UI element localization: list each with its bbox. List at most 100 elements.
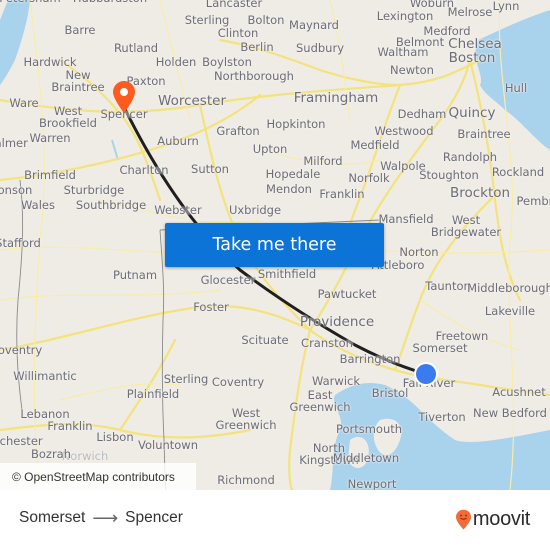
place-label: Boylston	[202, 55, 252, 69]
place-label: Palmer	[0, 136, 28, 150]
place-label: Sudbury	[295, 41, 345, 55]
place-label: Sutton	[191, 162, 229, 176]
orange-pin-icon[interactable]	[111, 80, 137, 114]
place-label: Pawtucket	[317, 287, 377, 301]
narragansett-bay	[330, 383, 550, 490]
place-label: Melrose	[447, 5, 493, 19]
origin-name: Somerset	[19, 509, 86, 526]
place-label: Hubbardston	[73, 0, 147, 4]
map-view[interactable]: Barre Rutland Hardwick New Braintree Paxton H…	[0, 0, 550, 490]
place-label: Braintree	[457, 127, 511, 141]
place-label: Somerset	[412, 341, 468, 355]
moovit-logo[interactable]: moovit	[455, 508, 530, 531]
place-label: Taunton	[425, 279, 471, 293]
place-label: Barrington	[339, 352, 401, 366]
place-label: Stafford	[0, 236, 41, 250]
place-label: Rockland	[491, 165, 545, 179]
place-label: Richmond	[217, 473, 275, 487]
place-label: Webster	[154, 203, 202, 217]
place-label: Lynn	[492, 0, 520, 13]
place-label: Mansfield	[378, 212, 434, 226]
place-label: Medfield	[350, 138, 400, 152]
place-label: Tiverton	[418, 410, 466, 424]
place-label: Willimantic	[13, 369, 77, 383]
place-label: Providence	[299, 314, 375, 330]
place-label: Lexington	[376, 9, 434, 23]
place-label: Bristol	[371, 386, 409, 400]
place-label: Hull	[504, 81, 528, 95]
place-label: Grafton	[216, 124, 260, 138]
place-label: Middleborough	[467, 281, 550, 295]
place-label: Charlton	[119, 163, 169, 177]
arrow-right-icon: ⟶	[92, 507, 119, 528]
moovit-pin-icon	[455, 509, 471, 530]
place-label: Hopedale	[265, 167, 321, 181]
place-label: New Bedford	[473, 406, 547, 420]
place-label: Smithfield	[257, 267, 317, 281]
place-label: Brimfield	[24, 168, 76, 182]
place-label: Brockton	[449, 185, 511, 201]
place-label: Auburn	[157, 134, 199, 148]
place-label: Coventry	[0, 343, 43, 357]
place-label: Upton	[252, 142, 288, 156]
place-label: Norton	[399, 245, 439, 259]
place-label: Northborough	[214, 69, 294, 83]
place-label: Milford	[303, 154, 343, 168]
place-label: Westwood	[374, 124, 434, 138]
place-label: Waltham	[377, 45, 429, 59]
place-label: Pembroke	[516, 194, 550, 208]
place-label: Southbridge	[75, 198, 147, 212]
place-label: Maynard	[289, 18, 339, 32]
place-label: Wales	[21, 198, 55, 212]
place-label: Holden	[155, 55, 197, 69]
place-label: Newport	[347, 477, 397, 490]
place-label: Hardwick	[23, 55, 77, 69]
place-label: Worcester	[158, 93, 226, 109]
place-label: Sterling	[163, 372, 209, 386]
place-label: Berlin	[240, 40, 274, 54]
place-label: Glocester	[200, 273, 256, 287]
place-label: Ware	[9, 96, 39, 110]
place-label: East Greenwich	[289, 388, 351, 414]
place-label: Lancaster	[205, 0, 263, 10]
place-label: Warren	[29, 131, 71, 145]
take-me-there-button[interactable]: Take me there	[165, 223, 384, 267]
place-label: Rutland	[113, 41, 159, 55]
place-label: West Greenwich	[215, 406, 277, 432]
blue-dot-icon[interactable]	[413, 361, 439, 387]
place-label: Uxbridge	[228, 203, 282, 217]
map-attribution[interactable]: © OpenStreetMap contributors	[0, 463, 196, 490]
destination-name: Spencer	[125, 509, 183, 526]
place-label: Clinton	[217, 26, 259, 40]
place-label: Mendon	[266, 182, 312, 196]
take-me-there-label: Take me there	[212, 235, 337, 255]
place-label: Quincy	[448, 105, 496, 121]
place-label: Petersham	[0, 0, 61, 4]
place-label: Coventry	[211, 375, 265, 389]
place-label: Barre	[64, 23, 96, 37]
place-label: Voluntown	[137, 438, 199, 452]
route-title: Somerset ⟶ Spencer	[19, 509, 183, 527]
place-label: Norfolk	[348, 171, 390, 185]
place-label: Sterling	[184, 13, 230, 27]
place-label: Dedham	[397, 107, 447, 121]
place-label: Acushnet	[492, 385, 546, 399]
place-label: West Bridgewater	[430, 213, 502, 239]
place-label: Portsmouth	[335, 422, 403, 436]
place-label: Franklin	[319, 187, 365, 201]
attribution-text: © OpenStreetMap contributors	[12, 469, 175, 484]
place-label: Hopkinton	[266, 117, 326, 131]
place-label: Cranston	[301, 336, 353, 350]
place-label: Bolton	[247, 13, 285, 27]
quabbin-reservoir	[0, 0, 30, 85]
place-label: Putnam	[112, 268, 158, 282]
place-label: Chelsea	[448, 36, 502, 52]
footer-bar: Somerset ⟶ Spencer moovit	[0, 490, 550, 550]
place-label: Framingham	[293, 90, 379, 106]
place-label: Colchester	[0, 434, 43, 448]
place-label: West Brookfield	[39, 104, 97, 130]
place-label: New Braintree	[51, 68, 105, 94]
place-label: Lakeville	[484, 304, 536, 318]
moovit-wordmark: moovit	[472, 508, 530, 530]
place-label: Bozrah	[30, 447, 72, 461]
